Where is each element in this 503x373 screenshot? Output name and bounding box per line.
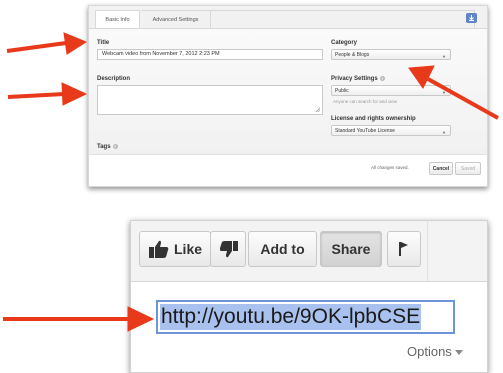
save-status: All changes saved.	[371, 165, 409, 170]
privacy-select[interactable]: Public ▼	[331, 85, 451, 96]
flag-icon	[399, 242, 408, 256]
options-dropdown[interactable]: Options	[407, 344, 463, 359]
editor-form: Title Webcam video from November 7, 2012…	[89, 29, 487, 174]
tags-label: Tags	[97, 144, 111, 151]
thumbs-up-icon	[149, 240, 169, 258]
category-select[interactable]: People & Blogs ▼	[331, 49, 451, 60]
tab-basic-info[interactable]: Basic Info	[95, 10, 140, 28]
help-icon[interactable]: ?	[379, 76, 385, 81]
share-button[interactable]: Share	[320, 231, 382, 267]
video-info-editor: Basic Info Advanced Settings Title Webca…	[88, 5, 488, 187]
like-button[interactable]: Like	[139, 231, 211, 267]
share-panel: Like Add to Share http://youtu.be/9OK-lp…	[130, 220, 488, 373]
dislike-button[interactable]	[210, 231, 246, 267]
title-label: Title	[97, 40, 110, 46]
cancel-button[interactable]: Cancel	[429, 162, 453, 175]
privacy-value: Public	[335, 88, 349, 94]
chevron-down-icon: ▼	[442, 54, 446, 59]
title-input[interactable]: Webcam video from November 7, 2012 2:23 …	[97, 49, 323, 60]
category-label: Category	[331, 40, 358, 46]
chevron-down-icon: ▼	[442, 130, 446, 135]
download-icon	[469, 15, 474, 21]
chevron-down-icon	[454, 350, 463, 356]
toolbar-divider	[427, 221, 428, 281]
download-button[interactable]	[466, 13, 477, 23]
tags-label-row: Tags?	[97, 144, 118, 150]
add-to-button[interactable]: Add to	[248, 231, 317, 267]
share-link-area: http://youtu.be/9OK-lpbCSE Options	[131, 282, 487, 372]
license-select[interactable]: Standard YouTube License ▼	[331, 125, 451, 136]
options-label: Options	[407, 344, 452, 359]
saved-button[interactable]: Saved	[455, 162, 481, 175]
action-toolbar: Like Add to Share	[131, 221, 487, 282]
arrow-icon	[6, 32, 88, 55]
arrow-icon	[7, 82, 88, 106]
editor-footer: All changes saved. Cancel Saved	[89, 154, 487, 186]
category-value: People & Blogs	[335, 52, 370, 58]
privacy-label-row: Privacy Settings?	[331, 76, 385, 82]
license-value: Standard YouTube License	[335, 128, 395, 134]
privacy-hint: Anyone can search for and view	[333, 99, 398, 104]
description-label: Description	[97, 76, 131, 82]
thumbs-down-icon	[220, 241, 238, 258]
share-url-value: http://youtu.be/9OK-lpbCSE	[160, 304, 422, 330]
tab-bar-fill	[211, 10, 475, 28]
description-textarea[interactable]	[97, 85, 323, 115]
resize-handle[interactable]	[315, 107, 320, 112]
privacy-label: Privacy Settings	[331, 76, 378, 83]
flag-button[interactable]	[387, 231, 421, 267]
like-label: Like	[174, 241, 203, 257]
tab-advanced-settings[interactable]: Advanced Settings	[141, 10, 211, 28]
license-label: License and rights ownership	[331, 116, 416, 122]
editor-tab-bar: Basic Info Advanced Settings	[89, 6, 487, 29]
help-icon[interactable]: ?	[112, 144, 118, 149]
share-url-field[interactable]: http://youtu.be/9OK-lpbCSE	[156, 300, 455, 334]
chevron-down-icon: ▼	[442, 90, 446, 95]
